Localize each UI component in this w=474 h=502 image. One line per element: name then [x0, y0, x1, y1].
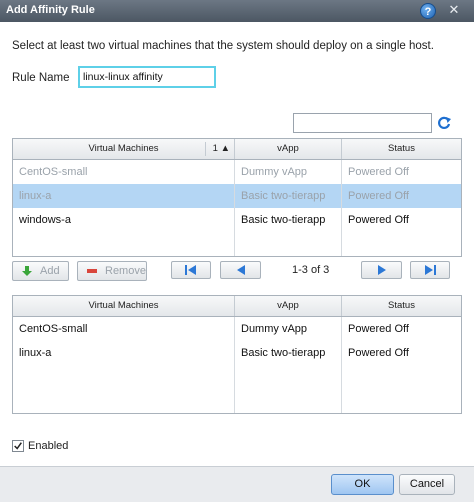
table-row[interactable]: linux-a Basic two-tierapp Powered Off	[13, 184, 461, 208]
grid-filler	[13, 232, 461, 256]
column-header-status[interactable]: Status	[342, 139, 461, 159]
vapp-cell: Basic two-tierapp	[235, 208, 342, 232]
help-icon[interactable]: ?	[420, 3, 436, 19]
status-cell: Powered Off	[348, 166, 409, 178]
vapp-cell: Dummy vApp	[235, 160, 342, 184]
selected-vms-grid: Virtual Machines vApp Status CentOS-smal…	[12, 295, 462, 414]
search-input[interactable]	[293, 113, 432, 133]
close-icon[interactable]: ✕	[446, 3, 462, 19]
page-info: 1-3 of 3	[292, 264, 330, 276]
status-cell: Powered Off	[348, 323, 409, 335]
instructions-text: Select at least two virtual machines tha…	[12, 40, 434, 52]
last-page-button[interactable]	[410, 261, 450, 279]
cancel-button[interactable]: Cancel	[399, 474, 455, 495]
prev-page-icon	[236, 265, 245, 275]
enabled-checkbox[interactable]	[12, 440, 24, 452]
table-row[interactable]: CentOS-small Dummy vApp Powered Off	[13, 317, 461, 341]
first-page-button[interactable]	[171, 261, 211, 279]
vm-name-cell: linux-a	[13, 184, 235, 208]
status-cell: Powered Off	[348, 190, 409, 202]
add-icon	[22, 266, 32, 276]
sort-indicator-icon[interactable]: 1 ▲	[204, 139, 230, 159]
status-cell: Powered Off	[348, 347, 409, 359]
column-header-vms[interactable]: Virtual Machines 1 ▲	[13, 139, 235, 159]
grid-header: Virtual Machines vApp Status	[13, 296, 461, 317]
grid-header: Virtual Machines 1 ▲ vApp Status	[13, 139, 461, 160]
refresh-icon[interactable]	[436, 115, 452, 131]
vapp-cell: Basic two-tierapp	[235, 184, 342, 208]
column-header-vapp[interactable]: vApp	[235, 139, 342, 159]
remove-button[interactable]: Remove	[77, 261, 147, 281]
ok-button[interactable]: OK	[331, 474, 394, 495]
column-header-vms[interactable]: Virtual Machines	[13, 296, 235, 316]
dialog-titlebar: Add Affinity Rule ? ✕	[0, 0, 474, 22]
vapp-cell: Basic two-tierapp	[235, 341, 342, 365]
last-page-icon	[425, 265, 436, 275]
dialog-title: Add Affinity Rule	[6, 4, 95, 16]
column-header-vapp[interactable]: vApp	[235, 296, 342, 316]
grid-filler	[13, 365, 461, 413]
enabled-label: Enabled	[28, 440, 69, 452]
remove-label: Remove	[105, 265, 146, 277]
add-label: Add	[40, 265, 60, 277]
rule-name-label: Rule Name	[12, 72, 70, 84]
table-row[interactable]: linux-a Basic two-tierapp Powered Off	[13, 341, 461, 365]
prev-page-button[interactable]	[220, 261, 261, 279]
vm-name-cell: linux-a	[13, 341, 235, 365]
next-page-button[interactable]	[361, 261, 402, 279]
column-header-status[interactable]: Status	[342, 296, 461, 316]
remove-icon	[87, 269, 97, 273]
vm-name-cell: CentOS-small	[13, 317, 235, 341]
next-page-icon	[377, 265, 386, 275]
vapp-cell: Dummy vApp	[235, 317, 342, 341]
vm-name-cell: windows-a	[13, 208, 235, 232]
vm-name-cell: CentOS-small	[13, 160, 235, 184]
add-button[interactable]: Add	[12, 261, 69, 281]
column-header-label: Virtual Machines	[88, 143, 159, 154]
table-row[interactable]: windows-a Basic two-tierapp Powered Off	[13, 208, 461, 232]
rule-name-input[interactable]	[78, 66, 216, 88]
table-row[interactable]: CentOS-small Dummy vApp Powered Off	[13, 160, 461, 184]
status-cell: Powered Off	[348, 214, 409, 226]
available-vms-grid: Virtual Machines 1 ▲ vApp Status CentOS-…	[12, 138, 462, 257]
first-page-icon	[185, 265, 196, 275]
